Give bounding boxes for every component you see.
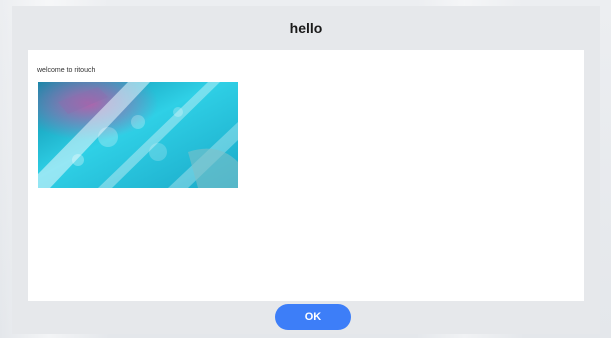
dialog-title: hello <box>289 20 323 36</box>
dialog-content: welcome to ritouch <box>28 50 584 301</box>
alert-dialog: hello welcome to ritouch OK <box>12 6 600 334</box>
welcome-message: welcome to ritouch <box>37 67 96 74</box>
content-image <box>38 82 238 188</box>
ok-button[interactable]: OK <box>275 304 351 330</box>
